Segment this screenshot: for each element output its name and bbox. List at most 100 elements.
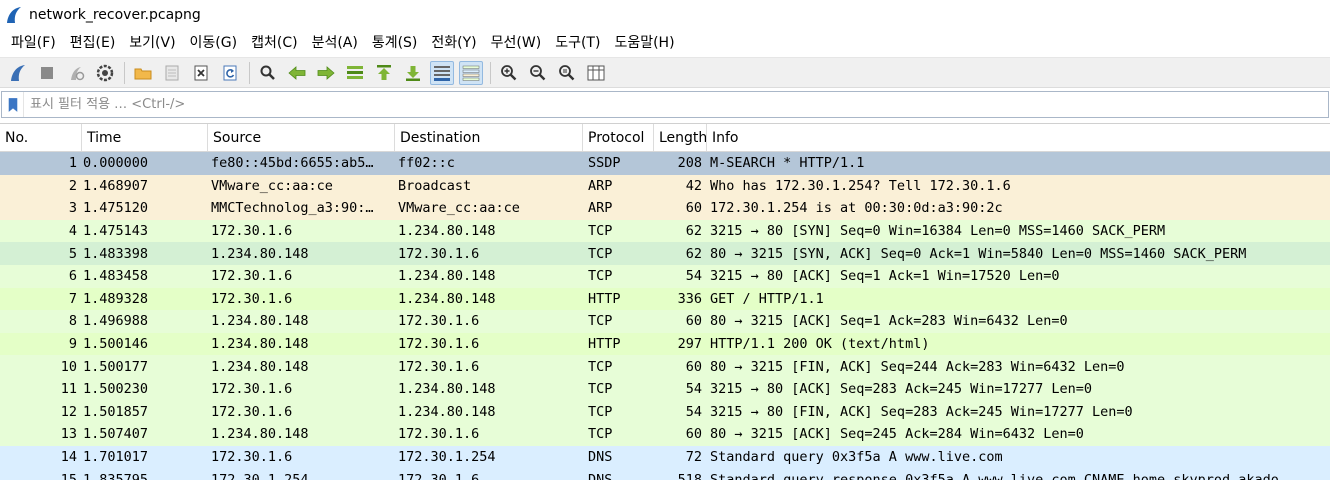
menu-capture[interactable]: 캡처(C) [244,30,304,57]
column-header-protocol[interactable]: Protocol [583,124,654,151]
cell-info: 80 → 3215 [ACK] Seq=1 Ack=283 Win=6432 L… [710,313,1068,330]
menu-analyze[interactable]: 분석(A) [305,30,365,57]
cell-time: 1.483398 [83,245,149,262]
cell-no: 12 [60,403,77,420]
packet-row[interactable]: 13 1.507407 1.234.80.148 172.30.1.6 TCP 60 80 … [0,423,1330,446]
packet-row[interactable]: 3 1.475120 MMCTechnolog_a3:90:… VMware_cc:a… [0,197,1330,220]
cell-protocol: ARP [588,177,613,194]
packet-row[interactable]: 9 1.500146 1.234.80.148 172.30.1.6 HTTP 297 HT… [0,332,1330,356]
menu-telephony[interactable]: 전화(Y) [424,30,483,57]
cell-destination: 172.30.1.6 [398,426,480,443]
packet-row[interactable]: 14 1.701017 172.30.1.6 172.30.1.254 DNS 72 Sta… [0,445,1330,469]
menu-edit[interactable]: 편집(E) [63,30,123,57]
menu-go[interactable]: 이동(G) [183,30,245,57]
cell-time: 1.468907 [83,177,149,194]
start-capture-button[interactable] [6,61,30,85]
column-header-source[interactable]: Source [208,124,395,151]
resize-columns-icon [587,65,605,80]
zoom-in-button[interactable] [497,61,521,85]
cell-destination: ff02::c [398,155,455,172]
zoom-in-icon [501,64,517,80]
cell-source: 172.30.1.254 [211,471,309,480]
last-packet-button[interactable] [401,61,425,85]
title-bar: network_recover.pcapng [0,0,1330,30]
stop-capture-button[interactable] [35,61,59,85]
cell-no: 11 [60,381,77,398]
packet-row[interactable]: 1 0.000000 fe80::45bd:6655:ab5… ff02::c SSDP… [0,152,1330,175]
cell-source: MMCTechnolog_a3:90:… [211,200,374,217]
cell-destination: 1.234.80.148 [398,403,496,420]
cell-protocol: TCP [588,358,613,375]
cell-protocol: TCP [588,268,613,285]
cell-no: 15 [60,471,77,480]
packet-row[interactable]: 10 1.500177 1.234.80.148 172.30.1.6 TCP 60 80 … [0,355,1330,378]
zoom-out-button[interactable] [526,61,550,85]
colorize-button[interactable] [459,60,483,85]
packet-row[interactable]: 7 1.489328 172.30.1.6 1.234.80.148 HTTP 336 GE… [0,287,1330,311]
packet-list: No. Time Source Destination Protocol Len… [0,123,1330,480]
cell-time: 1.475120 [83,200,149,217]
cell-length: 60 [685,426,702,443]
packet-row[interactable]: 15 1.835795 172.30.1.254 172.30.1.6 DNS 518 St… [0,468,1330,480]
packet-row[interactable]: 4 1.475143 172.30.1.6 1.234.80.148 TCP 62 3215… [0,219,1330,243]
cell-length: 336 [677,290,702,307]
packet-row[interactable]: 11 1.500230 172.30.1.6 1.234.80.148 TCP 54 321… [0,377,1330,401]
open-file-button[interactable] [131,61,155,85]
column-header-no[interactable]: No. [0,124,82,151]
wireshark-logo-icon [7,7,21,23]
cell-protocol: DNS [588,449,613,466]
menu-tools[interactable]: 도구(T) [548,30,607,57]
column-header-time[interactable]: Time [82,124,208,151]
find-packet-button[interactable] [256,61,280,85]
cell-info: 80 → 3215 [SYN, ACK] Seq=0 Ack=1 Win=584… [710,245,1247,262]
menu-file[interactable]: 파일(F) [4,30,63,57]
save-file-button[interactable] [160,61,184,85]
toolbar-separator [490,61,491,84]
cell-protocol: TCP [588,223,613,240]
packet-row[interactable]: 6 1.483458 172.30.1.6 1.234.80.148 TCP 54 3215… [0,264,1330,288]
cell-info: Standard query response 0x3f5a A www.liv… [710,471,1279,480]
cell-protocol: TCP [588,245,613,262]
cell-no: 4 [68,223,77,240]
menu-statistics[interactable]: 통계(S) [365,30,425,57]
capture-options-button[interactable] [93,61,117,85]
packet-row[interactable]: 12 1.501857 172.30.1.6 1.234.80.148 TCP 54 321… [0,400,1330,424]
packet-row[interactable]: 2 1.468907 VMware_cc:aa:ce Broadcast ARP 42 Wh… [0,174,1330,198]
cell-no: 13 [60,426,77,443]
filter-bookmark-button[interactable] [2,92,24,117]
reload-file-button[interactable] [218,61,242,85]
first-packet-button[interactable] [372,61,396,85]
restart-capture-button[interactable] [64,61,88,85]
cell-length: 54 [685,381,702,398]
menu-view[interactable]: 보기(V) [122,30,182,57]
resize-columns-button[interactable] [584,61,608,85]
normal-size-button[interactable] [555,61,579,85]
autoscroll-button[interactable] [430,60,454,85]
display-filter-input[interactable] [24,92,1328,117]
cell-time: 1.501857 [83,403,149,420]
cell-time: 1.496988 [83,313,149,330]
close-file-button[interactable] [189,61,213,85]
packet-row[interactable]: 5 1.483398 1.234.80.148 172.30.1.6 TCP 62 80 →… [0,242,1330,265]
menu-wireless[interactable]: 무선(W) [484,30,549,57]
cell-source: 1.234.80.148 [211,245,309,262]
toolbar-separator [249,61,250,84]
cell-info: 80 → 3215 [FIN, ACK] Seq=244 Ack=283 Win… [710,358,1125,375]
column-header-destination[interactable]: Destination [395,124,583,151]
go-back-button[interactable] [285,61,309,85]
cell-length: 60 [685,200,702,217]
menu-help[interactable]: 도움말(H) [607,30,681,57]
cell-info: 172.30.1.254 is at 00:30:0d:a3:90:2c [710,200,1003,217]
go-to-packet-button[interactable] [343,61,367,85]
column-header-length[interactable]: Length [654,124,707,151]
packet-row[interactable]: 8 1.496988 1.234.80.148 172.30.1.6 TCP 60 80 →… [0,310,1330,333]
reload-file-icon [223,65,237,80]
stop-capture-icon [41,66,53,79]
column-header-info[interactable]: Info [707,124,1330,151]
autoscroll-icon [434,65,450,81]
cell-info: 3215 → 80 [FIN, ACK] Seq=283 Ack=245 Win… [710,403,1133,420]
cell-length: 208 [677,155,702,172]
window-title: network_recover.pcapng [29,7,201,23]
go-forward-button[interactable] [314,61,338,85]
packet-rows: 1 0.000000 fe80::45bd:6655:ab5… ff02::c SSDP… [0,152,1330,480]
